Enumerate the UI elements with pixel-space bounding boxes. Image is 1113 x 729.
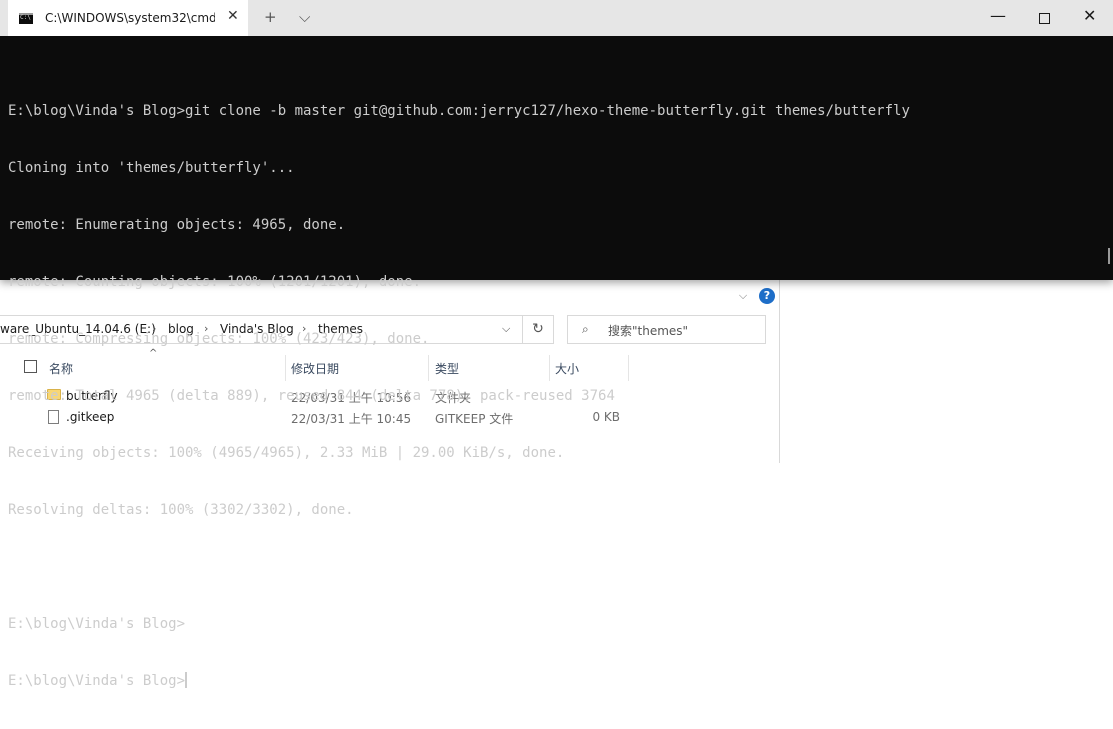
tab-title: C:\WINDOWS\system32\cmd.exe xyxy=(45,11,215,25)
prompt-text: E:\blog\Vinda's Blog> xyxy=(8,673,186,689)
dropdown-icon[interactable]: ⌵ xyxy=(299,8,310,26)
console-output[interactable]: E:\blog\Vinda's Blog>git clone -b master… xyxy=(8,64,910,729)
maximize-button[interactable] xyxy=(1039,13,1050,24)
console-line: Cloning into 'themes/butterfly'... xyxy=(8,160,295,176)
console-line: E:\blog\Vinda's Blog> xyxy=(8,616,186,632)
console-line: E:\blog\Vinda's Blog>git clone -b master… xyxy=(8,103,910,119)
cmd-icon xyxy=(19,13,33,24)
console-line: Receiving objects: 100% (4965/4965), 2.3… xyxy=(8,445,565,461)
text-cursor xyxy=(185,672,188,688)
close-button[interactable]: ✕ xyxy=(1083,6,1096,25)
console-line: remote: Total 4965 (delta 889), reused 8… xyxy=(8,388,615,404)
title-bar[interactable]: C:\WINDOWS\system32\cmd.exe ✕ + ⌵ — ✕ xyxy=(0,0,1113,36)
console-line: remote: Counting objects: 100% (1201/120… xyxy=(8,274,422,290)
minimize-button[interactable]: — xyxy=(990,6,1006,25)
new-tab-button[interactable]: + xyxy=(264,8,277,26)
console-line: remote: Compressing objects: 100% (423/4… xyxy=(8,331,430,347)
terminal-tab[interactable]: C:\WINDOWS\system32\cmd.exe ✕ xyxy=(8,0,248,36)
prompt-line[interactable]: E:\blog\Vinda's Blog> xyxy=(8,672,910,691)
scrollbar-thumb[interactable] xyxy=(1108,248,1110,264)
console-line: remote: Enumerating objects: 4965, done. xyxy=(8,217,346,233)
console-line: Resolving deltas: 100% (3302/3302), done… xyxy=(8,502,354,518)
tab-close-icon[interactable]: ✕ xyxy=(227,8,239,24)
terminal-window: C:\WINDOWS\system32\cmd.exe ✕ + ⌵ — ✕ E:… xyxy=(0,0,1113,689)
